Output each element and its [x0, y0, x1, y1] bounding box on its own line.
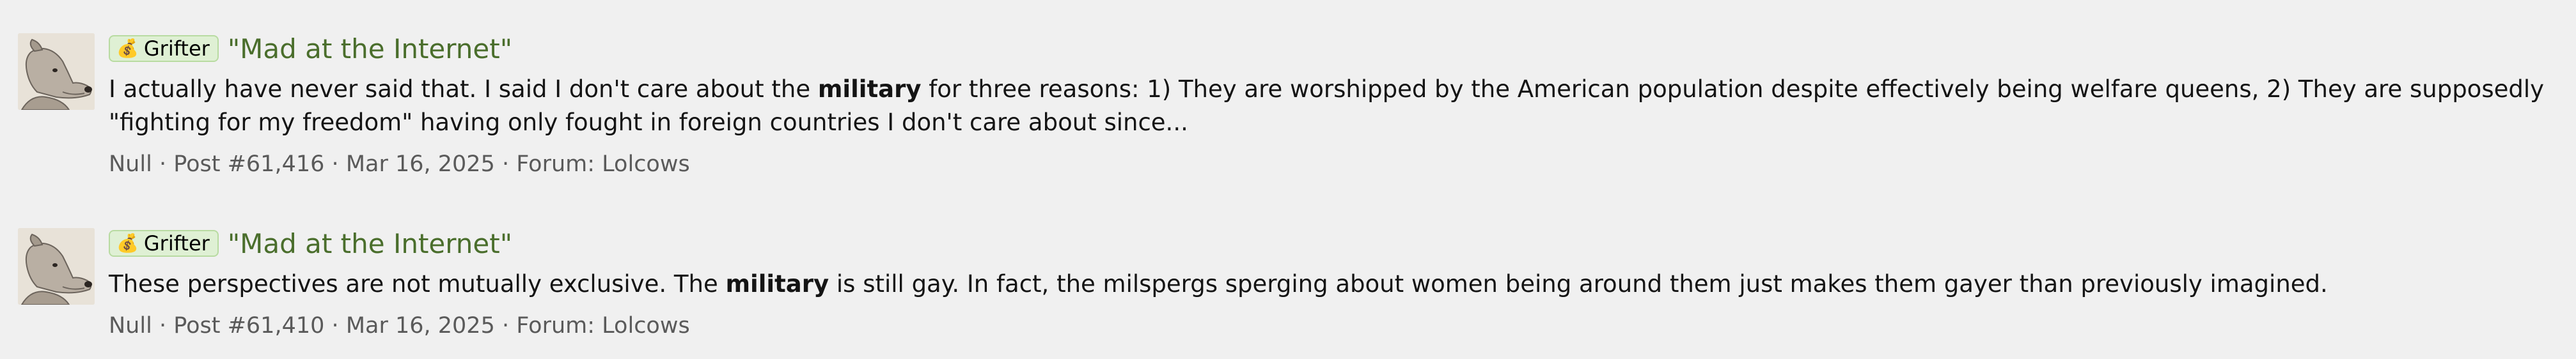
result-title-row: 💰 Grifter "Mad at the Internet": [109, 225, 2558, 261]
post-number: Post #61,416: [173, 151, 325, 177]
meta-separator: ·: [331, 151, 339, 177]
snippet-highlight: military: [725, 270, 829, 298]
result-meta: Null · Post #61,410 · Mar 16, 2025 · For…: [109, 311, 2558, 340]
result-body: 💰 Grifter "Mad at the Internet" These pe…: [109, 225, 2558, 340]
meta-separator: ·: [501, 151, 510, 177]
result-snippet[interactable]: I actually have never said that. I said …: [109, 73, 2558, 139]
post-number: Post #61,410: [173, 313, 325, 339]
thread-title-link[interactable]: "Mad at the Internet": [228, 33, 512, 65]
forum-link[interactable]: Lolcows: [602, 313, 690, 339]
avatar[interactable]: [18, 228, 95, 305]
avatar[interactable]: [18, 33, 95, 110]
meta-separator: ·: [159, 313, 167, 339]
thread-title-link[interactable]: "Mad at the Internet": [228, 228, 512, 259]
post-date: Mar 16, 2025: [345, 151, 495, 177]
dog-avatar-icon: [18, 33, 95, 110]
result-divider: [0, 180, 2576, 195]
result-meta: Null · Post #61,416 · Mar 16, 2025 · For…: [109, 149, 2558, 179]
snippet-text: These perspectives are not mutually excl…: [109, 270, 726, 298]
forum-prefix: Forum:: [516, 151, 595, 177]
search-result: 💰 Grifter "Mad at the Internet" I actual…: [0, 0, 2576, 180]
search-result: 💰 Grifter "Mad at the Internet" These pe…: [0, 195, 2576, 359]
snippet-text: is still gay. In fact, the milspergs spe…: [829, 270, 2328, 298]
prefix-label[interactable]: 💰 Grifter: [109, 230, 219, 257]
prefix-label[interactable]: 💰 Grifter: [109, 35, 219, 62]
prefix-label-text: Grifter: [143, 36, 210, 61]
meta-separator: ·: [501, 313, 510, 339]
search-results: 💰 Grifter "Mad at the Internet" I actual…: [0, 0, 2576, 359]
money-bag-icon: 💰: [116, 233, 139, 254]
result-body: 💰 Grifter "Mad at the Internet" I actual…: [109, 31, 2558, 179]
result-snippet[interactable]: These perspectives are not mutually excl…: [109, 268, 2558, 301]
forum-link[interactable]: Lolcows: [602, 151, 690, 177]
meta-separator: ·: [331, 313, 339, 339]
author-link[interactable]: Null: [109, 151, 152, 177]
snippet-highlight: military: [817, 75, 922, 103]
dog-avatar-icon: [18, 228, 95, 305]
post-date: Mar 16, 2025: [345, 313, 495, 339]
money-bag-icon: 💰: [116, 38, 139, 59]
prefix-label-text: Grifter: [143, 231, 210, 256]
author-link[interactable]: Null: [109, 313, 152, 339]
result-title-row: 💰 Grifter "Mad at the Internet": [109, 31, 2558, 66]
snippet-text: I actually have never said that. I said …: [109, 75, 818, 103]
forum-prefix: Forum:: [516, 313, 595, 339]
meta-separator: ·: [159, 151, 167, 177]
